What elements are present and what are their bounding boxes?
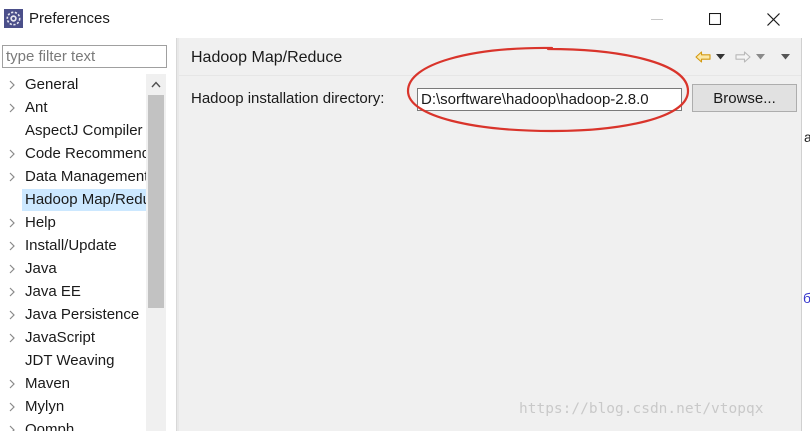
tree-item-mylyn[interactable]: Mylyn bbox=[0, 396, 146, 418]
tree-item-label: AspectJ Compiler bbox=[25, 122, 143, 139]
forward-button[interactable] bbox=[733, 46, 753, 68]
tree-scrollbar[interactable] bbox=[146, 74, 166, 431]
tree-item-label: General bbox=[25, 76, 79, 93]
tree-item-maven[interactable]: Maven bbox=[0, 373, 146, 395]
forward-arrow-icon bbox=[735, 51, 751, 63]
view-menu-icon bbox=[780, 54, 790, 60]
tree-item-label: Java bbox=[25, 260, 57, 277]
minimize-icon bbox=[651, 19, 663, 20]
chevron-right-icon[interactable] bbox=[9, 241, 16, 251]
tree-item-label: Data Management bbox=[25, 168, 146, 185]
watermark: https://blog.csdn.net/vtopqx bbox=[519, 401, 764, 417]
tree-item-jdt-weaving[interactable]: JDT Weaving bbox=[0, 350, 146, 372]
tree-item-java[interactable]: Java bbox=[0, 258, 146, 280]
tree-item-label: Java EE bbox=[25, 283, 81, 300]
chevron-right-icon[interactable] bbox=[9, 310, 16, 320]
tree-item-aspectj-compiler[interactable]: AspectJ Compiler bbox=[0, 120, 146, 142]
dropdown-arrow-icon bbox=[755, 54, 765, 60]
preference-page: Hadoop Map/Reduce Hadoop installation di… bbox=[179, 38, 810, 431]
tree-item-help[interactable]: Help bbox=[0, 212, 146, 234]
install-dir-field[interactable] bbox=[417, 88, 682, 111]
tree-item-ant[interactable]: Ant bbox=[0, 97, 146, 119]
tree-item-data-management[interactable]: Data Management bbox=[0, 166, 146, 188]
forward-history-dropdown[interactable] bbox=[753, 46, 767, 68]
tree-item-label: Code Recommenders bbox=[25, 145, 146, 162]
view-menu-button[interactable] bbox=[777, 46, 793, 68]
window-title: Preferences bbox=[29, 10, 110, 27]
chevron-right-icon[interactable] bbox=[9, 172, 16, 182]
back-button[interactable] bbox=[693, 46, 713, 68]
close-icon bbox=[766, 12, 780, 26]
tree-item-label: Ant bbox=[25, 99, 48, 116]
tree-item-label: Hadoop Map/Reduce bbox=[22, 189, 146, 211]
back-history-dropdown[interactable] bbox=[713, 46, 727, 68]
dropdown-arrow-icon bbox=[715, 54, 725, 60]
chevron-right-icon[interactable] bbox=[9, 218, 16, 228]
tree-item-label: JDT Weaving bbox=[25, 352, 115, 369]
minimize-button[interactable] bbox=[628, 0, 686, 38]
tree-item-java-ee[interactable]: Java EE bbox=[0, 281, 146, 303]
chevron-right-icon[interactable] bbox=[9, 333, 16, 343]
tree-item-javascript[interactable]: JavaScript bbox=[0, 327, 146, 349]
chevron-right-icon[interactable] bbox=[9, 287, 16, 297]
tree-item-hadoop-map-reduce[interactable]: Hadoop Map/Reduce bbox=[0, 189, 146, 211]
chevron-right-icon[interactable] bbox=[9, 103, 16, 113]
tree-item-label: Maven bbox=[25, 375, 71, 392]
title-bar: Preferences bbox=[0, 0, 810, 38]
edge-glyph: a bbox=[804, 129, 810, 145]
tree-item-install-update[interactable]: Install/Update bbox=[0, 235, 146, 257]
edge-glyph: б bbox=[803, 290, 810, 306]
close-button[interactable] bbox=[744, 0, 802, 38]
chevron-right-icon[interactable] bbox=[9, 402, 16, 412]
maximize-button[interactable] bbox=[686, 0, 744, 38]
chevron-right-icon[interactable] bbox=[9, 425, 16, 431]
tree-item-general[interactable]: General bbox=[0, 74, 146, 96]
back-arrow-icon bbox=[695, 51, 711, 63]
page-title: Hadoop Map/Reduce bbox=[191, 49, 343, 66]
tree-item-label: JavaScript bbox=[25, 329, 96, 346]
preference-tree: General Ant AspectJ Compiler Code Recomm… bbox=[0, 74, 146, 431]
tree-item-label: Java Persistence bbox=[25, 306, 140, 323]
chevron-right-icon[interactable] bbox=[9, 149, 16, 159]
chevron-up-icon bbox=[151, 80, 161, 87]
page-navigation bbox=[691, 46, 806, 68]
maximize-icon bbox=[709, 13, 721, 25]
eclipse-app-icon bbox=[4, 9, 23, 28]
chevron-right-icon[interactable] bbox=[9, 264, 16, 274]
tree-item-oomph[interactable]: Oomph bbox=[0, 419, 146, 431]
tree-item-label: Help bbox=[25, 214, 56, 231]
tree-item-label: Install/Update bbox=[25, 237, 117, 254]
tree-item-label: Mylyn bbox=[25, 398, 65, 415]
tree-item-label: Oomph bbox=[25, 421, 75, 431]
browse-button[interactable]: Browse... bbox=[692, 84, 797, 112]
title-separator bbox=[179, 75, 810, 76]
scroll-thumb[interactable] bbox=[148, 95, 164, 308]
tree-item-code-recommenders[interactable]: Code Recommenders bbox=[0, 143, 146, 165]
background-window-edge: a б bbox=[801, 38, 810, 431]
chevron-right-icon[interactable] bbox=[9, 379, 16, 389]
chevron-right-icon[interactable] bbox=[9, 80, 16, 90]
scroll-up-button[interactable] bbox=[146, 74, 166, 94]
tree-item-java-persistence[interactable]: Java Persistence bbox=[0, 304, 146, 326]
install-dir-label: Hadoop installation directory: bbox=[191, 90, 385, 107]
filter-input[interactable] bbox=[2, 45, 167, 68]
preference-tree-pane: General Ant AspectJ Compiler Code Recomm… bbox=[0, 38, 176, 431]
